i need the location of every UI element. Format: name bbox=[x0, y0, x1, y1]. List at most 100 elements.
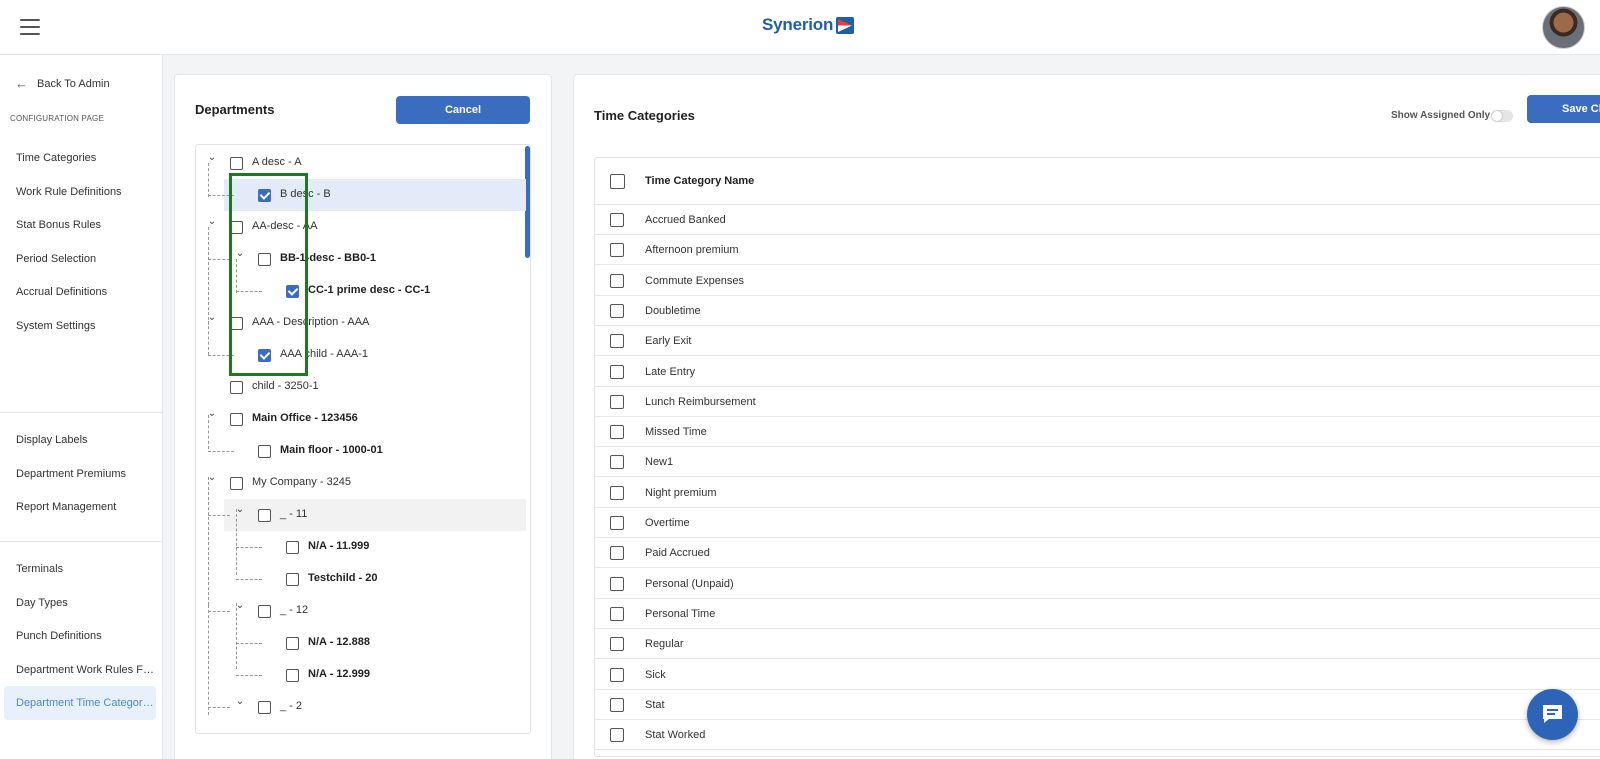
chevron-down-icon[interactable]: ⌄ bbox=[235, 697, 245, 707]
table-row[interactable]: Stat bbox=[595, 690, 1600, 720]
table-row[interactable]: Personal (Unpaid) bbox=[595, 569, 1600, 599]
tree-node-label: CC-1 prime desc - CC-1 bbox=[308, 284, 431, 296]
table-row[interactable]: Regular bbox=[595, 629, 1600, 660]
tree-node-checkbox[interactable] bbox=[230, 157, 243, 170]
row-checkbox[interactable] bbox=[610, 637, 624, 652]
sidebar-item-time-categories[interactable]: Time Categories bbox=[4, 141, 156, 175]
row-checkbox[interactable] bbox=[610, 243, 624, 258]
row-checkbox[interactable] bbox=[610, 425, 624, 440]
row-checkbox[interactable] bbox=[610, 213, 624, 227]
column-header-name: Time Category Name bbox=[645, 175, 755, 187]
time-category-name: Sick bbox=[645, 668, 666, 681]
tree-node-checkbox[interactable] bbox=[286, 573, 299, 586]
chat-button[interactable] bbox=[1527, 689, 1578, 740]
tree-node-checkbox[interactable] bbox=[230, 317, 243, 330]
row-checkbox[interactable] bbox=[610, 728, 624, 743]
tree-node-checkbox[interactable] bbox=[286, 669, 299, 682]
table-row[interactable]: Personal Time bbox=[595, 599, 1600, 629]
table-row[interactable]: Commute Expenses bbox=[595, 266, 1600, 296]
sidebar-item-department-work-rules-filt[interactable]: Department Work Rules Filt... bbox=[4, 653, 156, 687]
tree-node[interactable] bbox=[196, 467, 526, 499]
sidebar-item-terminals[interactable]: Terminals bbox=[4, 552, 156, 586]
user-avatar[interactable] bbox=[1542, 6, 1585, 49]
row-checkbox[interactable] bbox=[610, 667, 624, 682]
row-checkbox[interactable] bbox=[610, 485, 624, 500]
sidebar-divider bbox=[0, 412, 162, 413]
sidebar-item-display-labels[interactable]: Display Labels bbox=[4, 423, 156, 457]
table-row[interactable]: Afternoon premium bbox=[595, 235, 1600, 266]
tree-node-checkbox[interactable] bbox=[230, 413, 243, 426]
sidebar-item-department-premiums[interactable]: Department Premiums bbox=[4, 457, 156, 491]
sidebar-item-report-management[interactable]: Report Management bbox=[4, 490, 156, 524]
tree-node[interactable] bbox=[196, 211, 526, 243]
sidebar-item-accrual-definitions[interactable]: Accrual Definitions bbox=[4, 275, 156, 309]
row-checkbox[interactable] bbox=[610, 364, 624, 379]
tree-node[interactable] bbox=[196, 371, 526, 403]
tree-node-checkbox[interactable] bbox=[286, 637, 299, 650]
section-label: CONFIGURATION PAGE bbox=[10, 114, 104, 123]
tree-node-checkbox[interactable] bbox=[230, 477, 243, 490]
tree-node-checkbox[interactable] bbox=[258, 605, 271, 618]
table-row[interactable]: Early Exit bbox=[595, 326, 1600, 357]
tree-node[interactable] bbox=[224, 659, 526, 691]
sidebar-item-day-types[interactable]: Day Types bbox=[4, 586, 156, 620]
row-checkbox[interactable] bbox=[610, 546, 624, 561]
row-checkbox[interactable] bbox=[610, 273, 624, 288]
row-checkbox[interactable] bbox=[610, 394, 624, 409]
row-checkbox[interactable] bbox=[610, 334, 624, 349]
row-checkbox[interactable] bbox=[610, 303, 624, 318]
row-checkbox[interactable] bbox=[610, 576, 624, 591]
tree-node-checkbox[interactable] bbox=[258, 253, 271, 266]
select-all-checkbox[interactable] bbox=[610, 174, 625, 189]
tree-node-checkbox[interactable] bbox=[230, 221, 243, 234]
sidebar-item-stat-bonus-rules[interactable]: Stat Bonus Rules bbox=[4, 208, 156, 242]
brand-mark-icon bbox=[836, 16, 855, 34]
tree-node-checkbox[interactable] bbox=[230, 381, 243, 394]
row-checkbox[interactable] bbox=[610, 516, 624, 530]
chevron-down-icon[interactable]: ⌄ bbox=[207, 153, 217, 163]
hamburger-icon[interactable] bbox=[20, 19, 40, 35]
cancel-button[interactable]: Cancel bbox=[396, 96, 530, 124]
save-changes-button[interactable]: Save Cha bbox=[1527, 95, 1600, 123]
tree-node-label: Main Office - 123456 bbox=[252, 412, 358, 424]
sidebar-divider bbox=[0, 541, 162, 542]
table-row[interactable]: Overtime bbox=[595, 508, 1600, 538]
table-row[interactable]: Missed Time bbox=[595, 417, 1600, 448]
row-checkbox[interactable] bbox=[610, 697, 624, 712]
tree-node-checkbox[interactable] bbox=[258, 445, 271, 458]
sidebar-item-work-rule-definitions[interactable]: Work Rule Definitions bbox=[4, 175, 156, 209]
table-row[interactable]: Lunch Reimbursement bbox=[595, 387, 1600, 417]
table-row[interactable]: New1 bbox=[595, 447, 1600, 478]
tree-node[interactable] bbox=[196, 403, 526, 435]
sidebar-item-period-selection[interactable]: Period Selection bbox=[4, 242, 156, 276]
tree-node-checkbox[interactable] bbox=[286, 285, 299, 298]
tree-node-checkbox[interactable] bbox=[258, 701, 271, 714]
sidebar-item-department-time-category[interactable]: Department Time Category ... bbox=[4, 686, 156, 720]
sidebar-item-punch-definitions[interactable]: Punch Definitions bbox=[4, 619, 156, 653]
chevron-down-icon[interactable]: ⌄ bbox=[235, 249, 245, 259]
row-checkbox[interactable] bbox=[610, 606, 624, 621]
tree-node[interactable] bbox=[196, 147, 526, 179]
table-row[interactable]: Stat Worked bbox=[595, 720, 1600, 751]
tree-node-checkbox[interactable] bbox=[286, 541, 299, 554]
back-to-admin-link[interactable]: ← Back To Admin bbox=[15, 76, 110, 91]
row-checkbox[interactable] bbox=[610, 455, 624, 470]
sidebar-item-system-settings[interactable]: System Settings bbox=[4, 309, 156, 343]
table-row[interactable]: Paid Accrued bbox=[595, 538, 1600, 569]
tree-connector bbox=[236, 643, 262, 644]
tree-node[interactable] bbox=[224, 627, 526, 659]
tree-node-checkbox[interactable] bbox=[258, 509, 271, 522]
show-assigned-toggle[interactable] bbox=[1491, 110, 1513, 122]
table-row[interactable]: Accrued Banked bbox=[595, 205, 1600, 235]
table-row[interactable]: Night premium bbox=[595, 478, 1600, 508]
time-category-name: Missed Time bbox=[645, 426, 707, 439]
tree-node[interactable] bbox=[224, 531, 526, 563]
table-row[interactable]: Sick bbox=[595, 660, 1600, 690]
table-row[interactable]: Late Entry bbox=[595, 357, 1600, 387]
table-row[interactable]: Doubletime bbox=[595, 296, 1600, 326]
tree-node-checkbox[interactable] bbox=[258, 189, 271, 202]
chevron-down-icon[interactable]: ⌄ bbox=[207, 217, 217, 227]
department-tree[interactable]: ⌄ A desc - A B desc - B ⌄ AA-desc - AA ⌄ BB-1-… bbox=[195, 144, 531, 734]
tree-node-label: B desc - B bbox=[280, 188, 331, 200]
tree-node-checkbox[interactable] bbox=[258, 349, 271, 362]
